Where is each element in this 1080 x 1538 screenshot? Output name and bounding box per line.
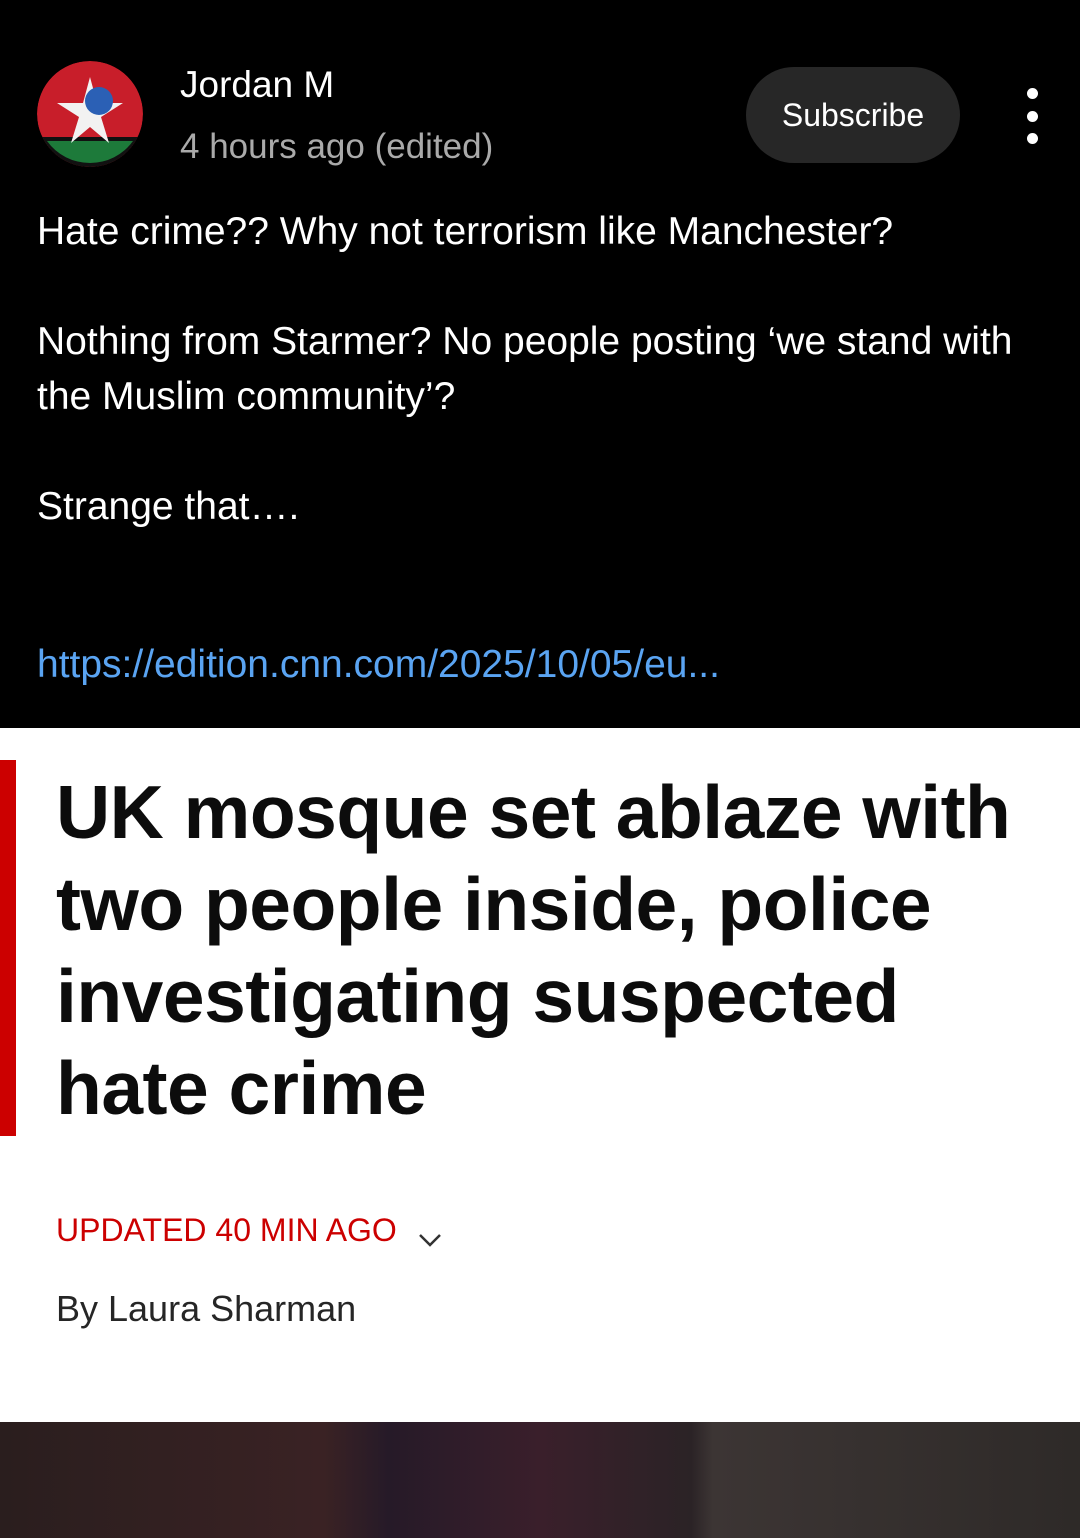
avatar-image	[37, 61, 143, 167]
article-screenshot: UK mosque set ablaze with two people ins…	[0, 728, 1080, 1422]
comment-post: Jordan M 4 hours ago (edited) Subscribe …	[0, 0, 1080, 728]
updated-label: UPDATED 40 MIN AGO	[56, 1212, 443, 1249]
author-name[interactable]: Jordan M	[180, 64, 334, 106]
comment-paragraph-1: Hate crime?? Why not terrorism like Manc…	[37, 210, 894, 253]
article-headline: UK mosque set ablaze with two people ins…	[56, 770, 1011, 1130]
headline-accent-bar	[0, 760, 16, 1136]
more-options-icon[interactable]	[1012, 88, 1052, 144]
comment-paragraph-2: Nothing from Starmer? No people posting …	[37, 320, 1013, 418]
chevron-down-icon	[417, 1221, 443, 1247]
comment-paragraph-3: Strange that….	[37, 485, 300, 528]
comment-timestamp: 4 hours ago (edited)	[180, 127, 494, 166]
author-avatar[interactable]	[37, 61, 143, 167]
article-link[interactable]: https://edition.cnn.com/2025/10/05/eu...	[37, 643, 720, 687]
subscribe-button[interactable]: Subscribe	[746, 67, 960, 163]
article-byline: By Laura Sharman	[56, 1288, 357, 1329]
updated-text: UPDATED 40 MIN AGO	[56, 1212, 397, 1248]
article-image	[0, 1422, 1080, 1538]
